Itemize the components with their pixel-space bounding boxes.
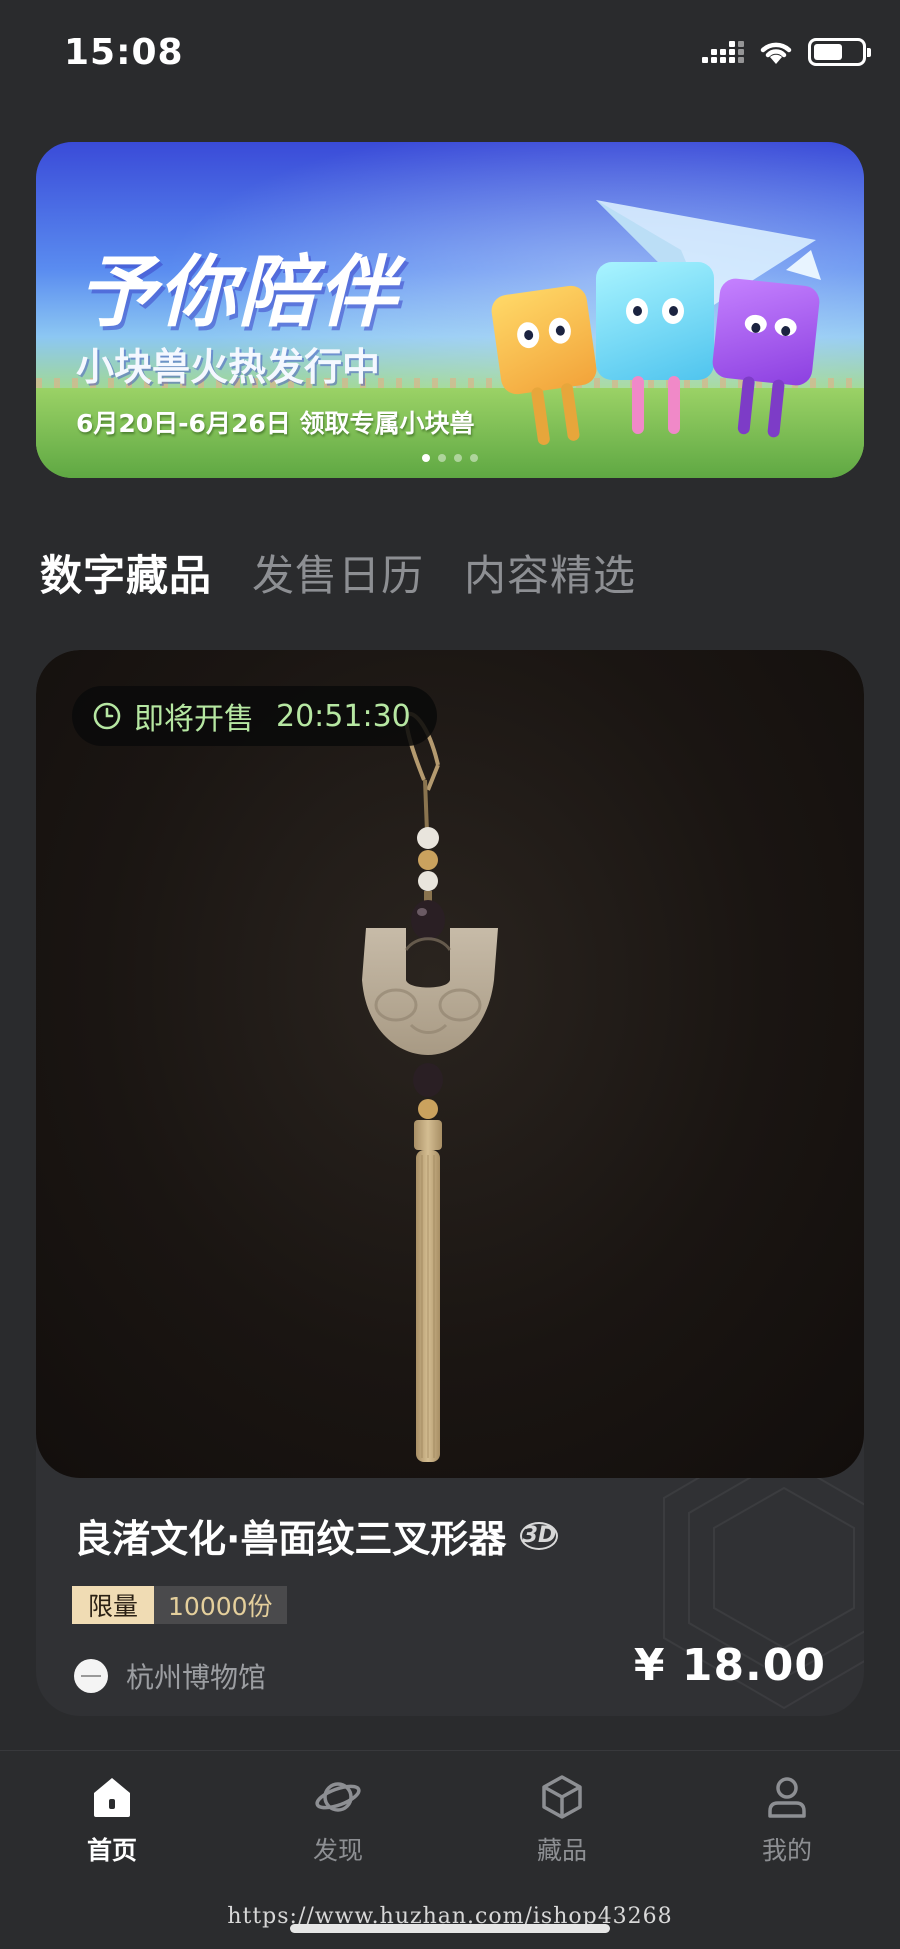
countdown-label: 即将开售 [134,702,254,737]
limit-count: 10000份 [154,1586,287,1624]
wifi-icon [760,42,792,64]
nav-profile[interactable]: 我的 [727,1773,847,1867]
banner-dot[interactable] [422,454,430,462]
limit-label: 限量 [72,1586,155,1624]
category-tabs: 数字藏品 发售日历 内容精选 [40,542,636,603]
nav-profile-label: 我的 [761,1836,812,1865]
banner-dot[interactable] [454,454,462,462]
tab-release-calendar[interactable]: 发售日历 [252,542,424,603]
nav-collection-label: 藏品 [536,1836,587,1865]
product-info: 良渚文化·兽面纹三叉形器 3D 限量 10000份 杭州博物馆 ¥ 18.00 [36,1478,864,1716]
status-time: 15:08 [64,32,184,73]
product-title-row: 良渚文化·兽面纹三叉形器 3D [74,1508,559,1563]
battery-icon [808,38,871,66]
clock-icon [93,702,121,730]
product-image[interactable]: 即将开售 20:51:30 [36,650,864,1478]
product-card[interactable]: 即将开售 20:51:30 良渚文化·兽面纹三叉形器 3D 限量 10000份 … [36,650,864,1716]
user-icon [768,1777,806,1818]
nav-discover-label: 发现 [312,1836,363,1865]
3d-badge-icon: 3D [520,1521,559,1550]
home-icon [94,1778,130,1817]
banner-dot[interactable] [438,454,446,462]
promo-banner[interactable]: 予你陪伴 小块兽火热发行中 6月20日-6月26日 领取专属小块兽 [36,142,864,478]
banner-subtitle: 小块兽火热发行中 [76,345,381,389]
purple-cube-character [711,277,821,438]
cube-icon [542,1775,582,1819]
home-indicator [290,1924,610,1933]
status-icons [702,38,871,66]
product-price: ¥ 18.00 [633,1640,826,1691]
banner-pagination[interactable] [422,454,478,462]
artifact-illustration [362,711,498,1462]
cellular-signal-icon [702,41,744,63]
nav-discover[interactable]: 发现 [278,1773,398,1867]
banner-dot[interactable] [470,454,478,462]
banner-dates: 6月20日-6月26日 领取专属小块兽 [76,409,475,438]
tab-featured-content[interactable]: 内容精选 [464,542,636,603]
publisher-name: 杭州博物馆 [126,1661,267,1694]
product-title: 良渚文化·兽面纹三叉形器 [74,1517,507,1561]
blue-cube-character [596,262,714,434]
yellow-cube-character [489,283,599,446]
publisher[interactable]: 杭州博物馆 [74,1656,266,1696]
planet-icon [315,1782,361,1812]
countdown-badge: 即将开售 20:51:30 [72,686,437,746]
publisher-logo [74,1659,108,1693]
limit-badge: 限量 10000份 [72,1586,287,1624]
banner-title: 予你陪伴 [78,248,399,338]
nav-home-label: 首页 [86,1836,137,1865]
countdown-time: 20:51:30 [276,698,411,734]
tab-digital-collectibles[interactable]: 数字藏品 [40,542,212,603]
battery-level [814,44,842,60]
nav-home[interactable]: 首页 [52,1773,172,1867]
status-bar: 15:08 [0,0,900,110]
nav-collection[interactable]: 藏品 [502,1773,622,1867]
